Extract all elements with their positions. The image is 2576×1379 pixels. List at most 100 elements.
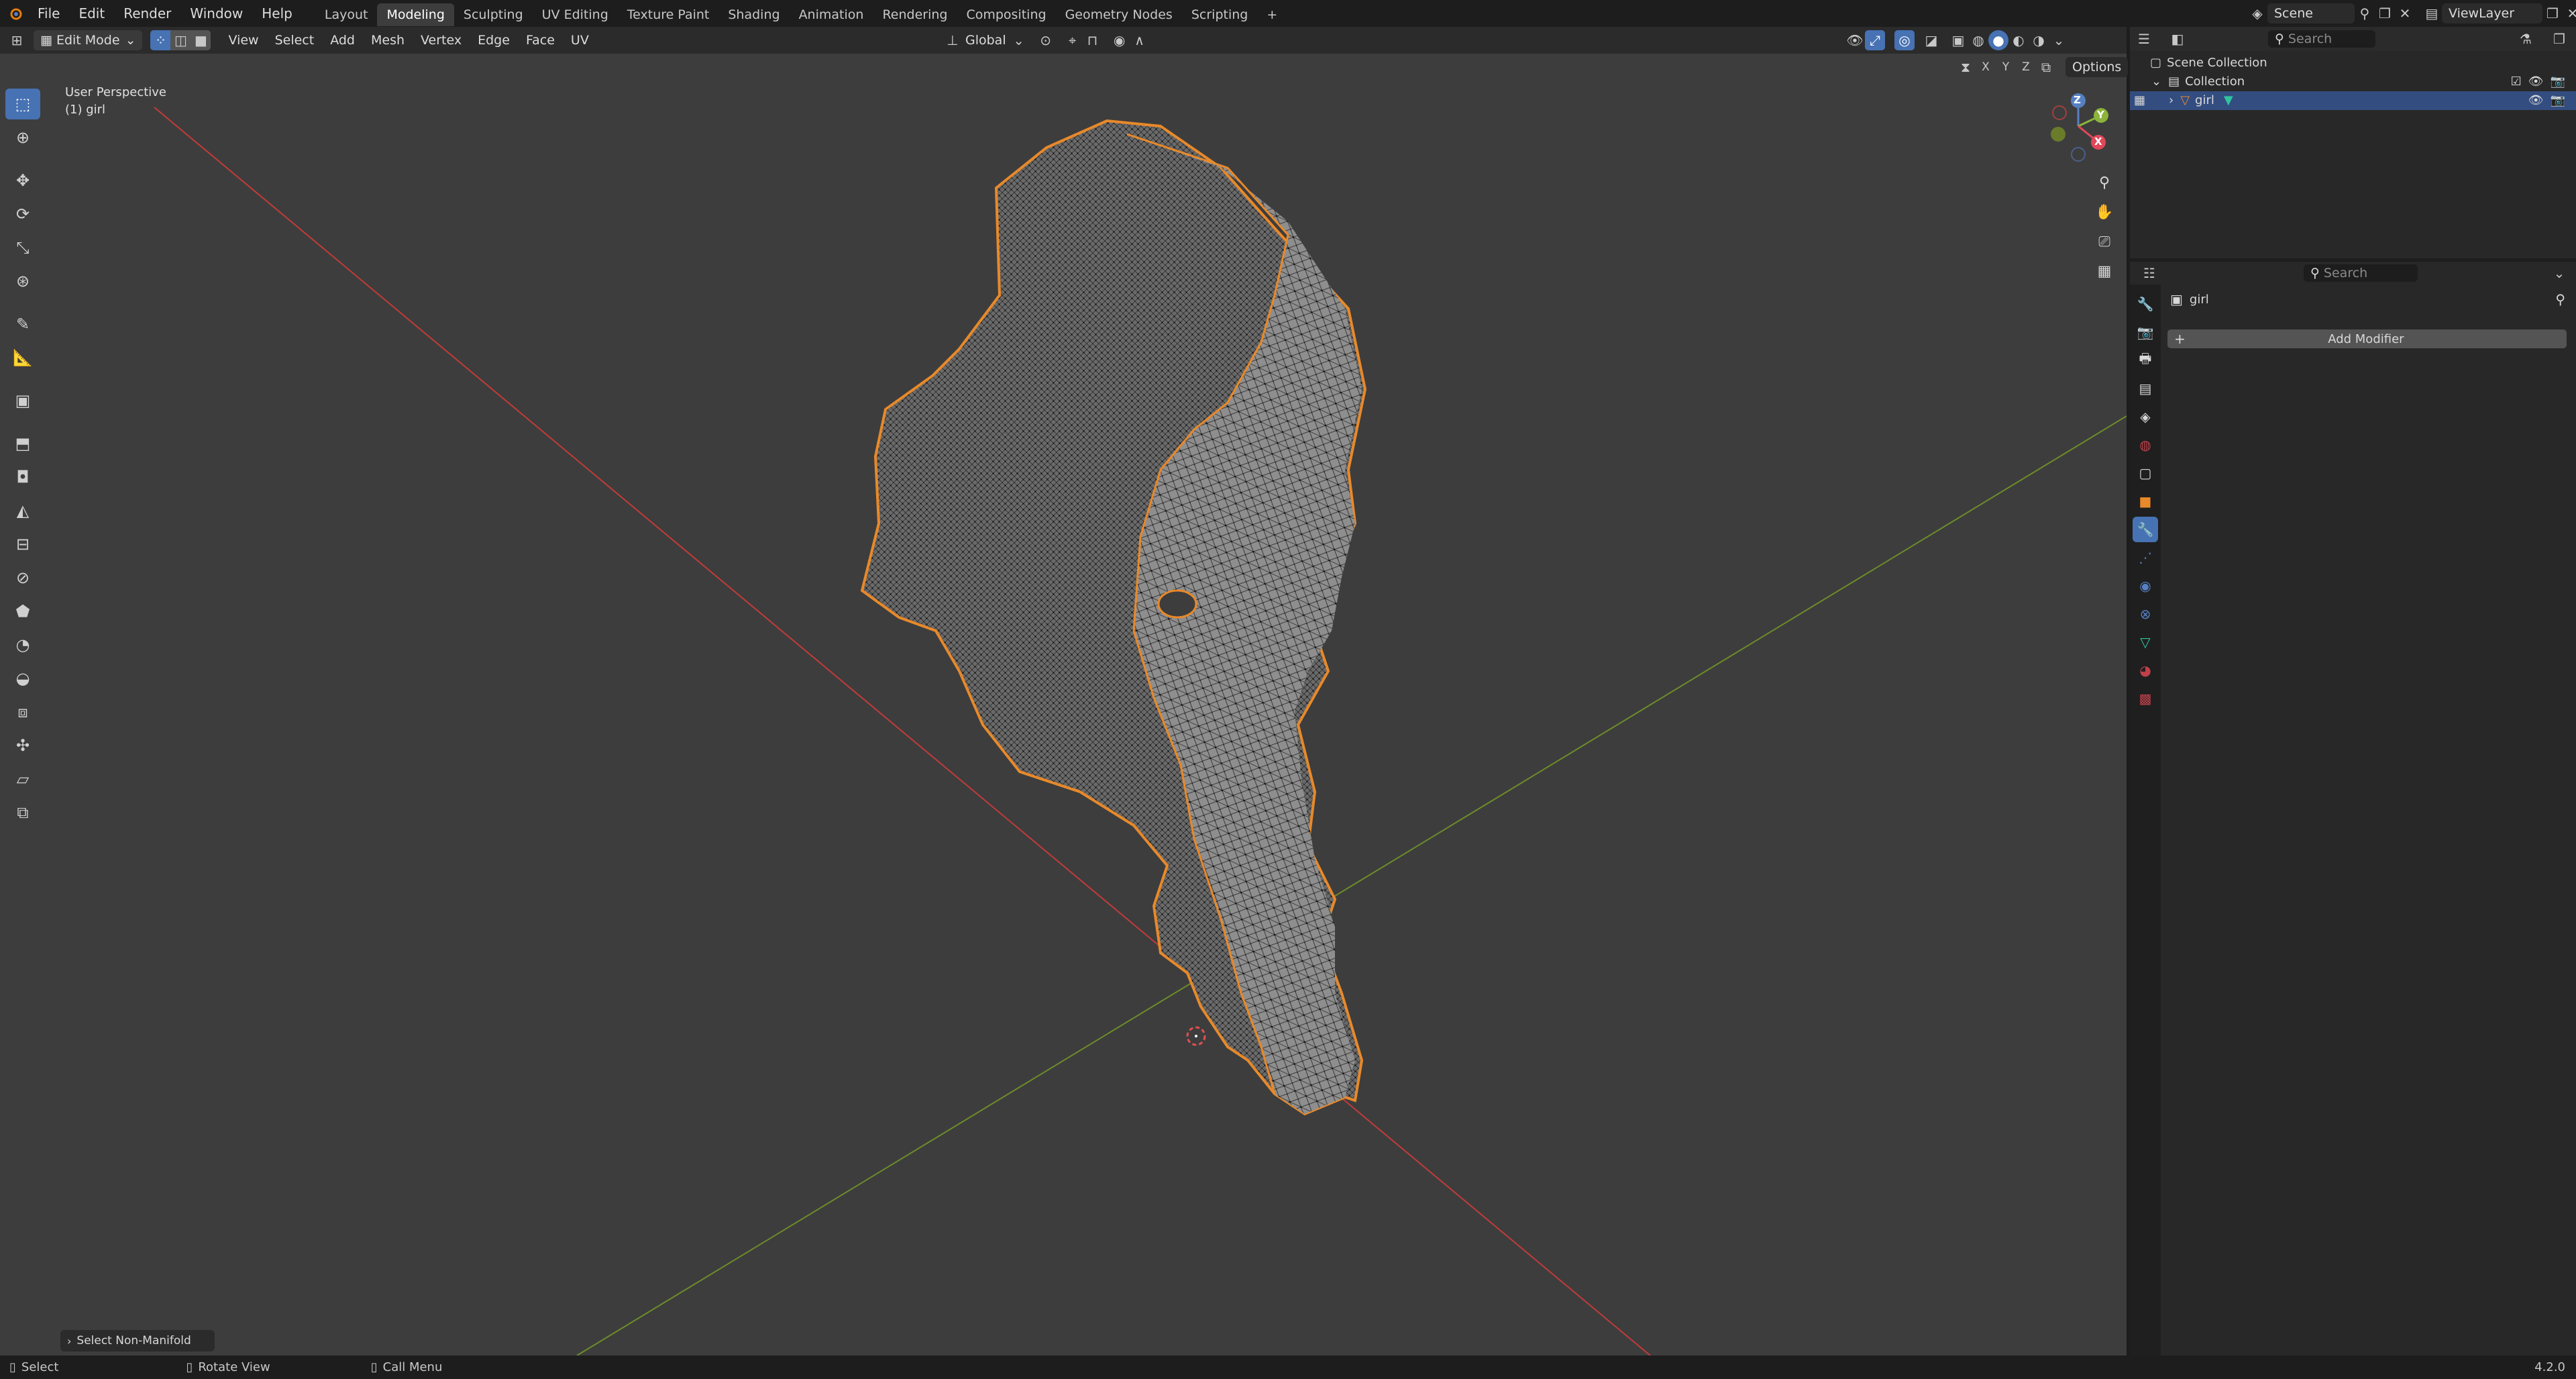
menu-add[interactable]: Add [322, 30, 363, 50]
display-mode-icon[interactable]: ◧ [2167, 29, 2188, 49]
proportional-edit-icon[interactable]: ◉ [1110, 30, 1130, 50]
physics-tab-icon[interactable]: ◉ [2133, 573, 2158, 599]
blender-logo-icon[interactable] [5, 3, 25, 23]
collection-tab-icon[interactable]: ▢ [2133, 460, 2158, 486]
menu-window[interactable]: Window [180, 0, 252, 27]
spin-tool-icon[interactable]: ◔ [5, 629, 40, 660]
tab-modeling[interactable]: Modeling [377, 3, 454, 26]
modifier-tab-icon[interactable]: 🔧 [2133, 517, 2158, 542]
rotate-tool-icon[interactable]: ⟳ [5, 199, 40, 229]
menu-vertex[interactable]: Vertex [413, 30, 470, 50]
gizmo-toggle-icon[interactable]: ⤢ [1865, 30, 1885, 50]
mode-selector[interactable]: ▦ Edit Mode ⌄ [34, 30, 143, 50]
chevron-right-icon[interactable]: › [2169, 91, 2174, 110]
rip-region-tool-icon[interactable]: ⧉ [5, 797, 40, 828]
zoom-icon[interactable]: ⚲ [2090, 168, 2119, 197]
delete-scene-icon[interactable]: ✕ [2395, 3, 2415, 23]
eye-icon[interactable]: 👁 [2528, 72, 2544, 91]
mirror-y-toggle[interactable]: Y [1996, 57, 2016, 77]
wireframe-shading-icon[interactable]: ◍ [1968, 30, 1988, 50]
object-tab-icon[interactable]: ■ [2133, 489, 2158, 514]
tab-compositing[interactable]: Compositing [957, 3, 1055, 26]
scene-name-field[interactable]: Scene [2267, 3, 2355, 23]
perspective-toggle-icon[interactable]: ▦ [2090, 256, 2119, 286]
menu-edit[interactable]: Edit [69, 0, 114, 27]
inset-faces-tool-icon[interactable]: ◘ [5, 462, 40, 493]
chevron-down-icon[interactable]: ⌄ [1009, 30, 1029, 50]
camera-view-icon[interactable]: ⎚ [2090, 227, 2119, 256]
scene-tab-icon[interactable]: ◈ [2133, 404, 2158, 429]
tab-texture-paint[interactable]: Texture Paint [618, 3, 719, 26]
menu-edge[interactable]: Edge [470, 30, 518, 50]
data-tab-icon[interactable]: ▽ [2133, 629, 2158, 655]
editor-type-icon[interactable]: ⊞ [7, 30, 27, 50]
add-workspace-button[interactable]: + [1257, 3, 1287, 26]
delete-view-layer-icon[interactable]: ✕ [2563, 3, 2576, 23]
mirror-icon[interactable]: ⧗ [1955, 57, 1976, 77]
face-select-icon[interactable]: ■ [191, 30, 211, 50]
collection-row[interactable]: ⌄ ▤ Collection ☑ 👁 📷 [2130, 72, 2576, 91]
move-tool-icon[interactable]: ✥ [5, 165, 40, 196]
auto-merge-icon[interactable]: ⧉ [2036, 57, 2056, 77]
tab-shading[interactable]: Shading [718, 3, 789, 26]
bevel-tool-icon[interactable]: ◭ [5, 495, 40, 526]
menu-mesh[interactable]: Mesh [363, 30, 413, 50]
edge-slide-tool-icon[interactable]: ⧈ [5, 697, 40, 727]
shading-options-icon[interactable]: ⌄ [2049, 30, 2069, 50]
girl-mesh[interactable] [860, 119, 1367, 1116]
view-layer-tab-icon[interactable]: ▤ [2133, 376, 2158, 401]
outliner-search-input[interactable]: ⚲ Search [2268, 30, 2375, 48]
pin-icon[interactable]: ⚲ [2555, 291, 2565, 307]
new-scene-icon[interactable]: ❐ [2375, 3, 2395, 23]
texture-tab-icon[interactable]: ▩ [2133, 686, 2158, 711]
editor-type-icon[interactable]: ☷ [2139, 263, 2159, 283]
extrude-tool-icon[interactable]: ⬒ [5, 428, 40, 459]
filter-icon[interactable]: ⚗ [2516, 29, 2536, 49]
menu-select[interactable]: Select [267, 30, 323, 50]
material-tab-icon[interactable]: ◕ [2133, 658, 2158, 683]
navigation-gizmo[interactable] [2033, 87, 2113, 168]
pivot-point-icon[interactable]: ⊙ [1036, 30, 1056, 50]
eye-icon[interactable]: 👁 [2528, 91, 2544, 110]
solid-shading-icon[interactable]: ● [1988, 30, 2008, 50]
measure-tool-icon[interactable]: 📐 [5, 342, 40, 373]
menu-face[interactable]: Face [518, 30, 563, 50]
tab-uv-editing[interactable]: UV Editing [533, 3, 618, 26]
select-box-tool-icon[interactable]: ⬚ [5, 89, 40, 119]
output-tab-icon[interactable]: 🖶 [2133, 348, 2158, 373]
smooth-tool-icon[interactable]: ◒ [5, 663, 40, 694]
tab-animation[interactable]: Animation [790, 3, 873, 26]
snap-target-icon[interactable]: ⊓ [1083, 30, 1103, 50]
xray-toggle-icon[interactable]: ▣ [1948, 30, 1968, 50]
tab-geometry-nodes[interactable]: Geometry Nodes [1056, 3, 1182, 26]
edge-select-icon[interactable]: ◫ [170, 30, 191, 50]
editor-type-icon[interactable]: ☰ [2134, 29, 2154, 49]
menu-file[interactable]: File [28, 0, 69, 27]
pin-icon[interactable]: ⚲ [2355, 3, 2375, 23]
new-view-layer-icon[interactable]: ❐ [2542, 3, 2563, 23]
transform-tool-icon[interactable]: ⊛ [5, 266, 40, 297]
menu-render[interactable]: Render [114, 0, 180, 27]
poly-build-tool-icon[interactable]: ⬟ [5, 596, 40, 627]
rendered-shading-icon[interactable]: ◑ [2029, 30, 2049, 50]
options-dropdown[interactable]: Options [2065, 57, 2129, 77]
scale-tool-icon[interactable]: ⤡ [5, 232, 40, 263]
orientation-dropdown[interactable]: Global [963, 30, 1009, 50]
menu-view[interactable]: View [220, 30, 266, 50]
shrink-fatten-tool-icon[interactable]: ✣ [5, 730, 40, 761]
mesh-edit-overlay-icon[interactable]: ◪ [1921, 30, 1941, 50]
expand-chevron-icon[interactable]: ⌄ [2151, 72, 2161, 91]
tab-sculpting[interactable]: Sculpting [454, 3, 533, 26]
menu-help[interactable]: Help [252, 0, 302, 27]
pan-hand-icon[interactable]: ✋ [2090, 197, 2119, 227]
scene-collection-row[interactable]: ▢ Scene Collection [2130, 54, 2576, 72]
particles-tab-icon[interactable]: ⋰ [2133, 545, 2158, 570]
view-layer-field[interactable]: ViewLayer [2442, 3, 2542, 23]
shear-tool-icon[interactable]: ▱ [5, 764, 40, 795]
cursor-tool-icon[interactable]: ⊕ [5, 122, 40, 153]
edit-mode-icon[interactable]: ▦ [2134, 91, 2145, 110]
snap-icon[interactable]: ⌖ [1063, 30, 1083, 50]
tab-rendering[interactable]: Rendering [873, 3, 957, 26]
scene-icon[interactable]: ◈ [2247, 3, 2267, 23]
object-row-girl[interactable]: ▦ › ▽ girl ▼ 👁 📷 [2130, 91, 2576, 110]
